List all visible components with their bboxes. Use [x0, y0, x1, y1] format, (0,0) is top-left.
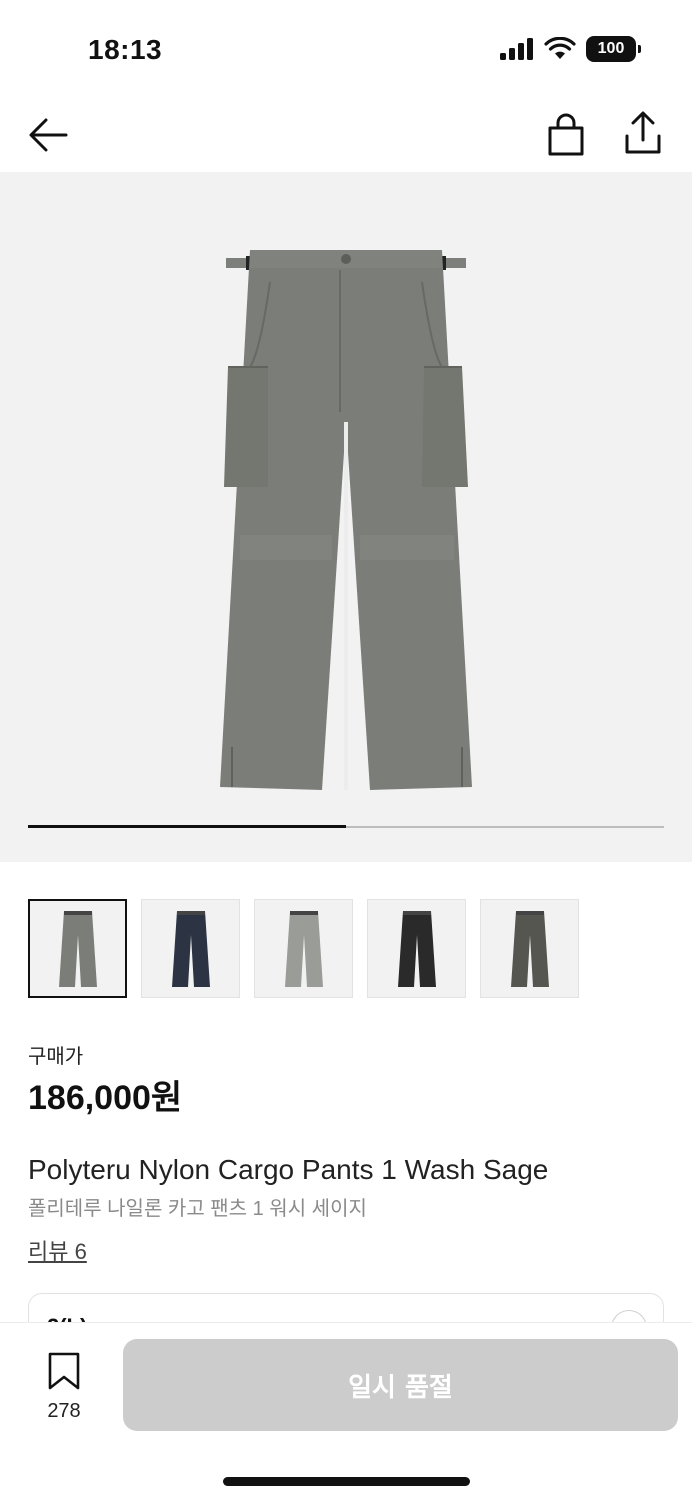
pants-thumbnail-image: [284, 910, 323, 987]
pants-thumbnail-image: [397, 910, 436, 987]
carousel-progress-track: [28, 825, 664, 828]
thumb-olive[interactable]: [480, 899, 579, 998]
battery-level: 100: [597, 40, 625, 57]
bookmark-count: 278: [47, 1400, 81, 1422]
product-image-carousel[interactable]: [0, 172, 692, 862]
pants-thumbnail-image: [58, 910, 97, 987]
cellular-signal-icon: [500, 38, 533, 60]
carousel-progress-fill: [28, 825, 346, 828]
status-bar: 18:13 100: [0, 0, 692, 100]
product-name-korean: 폴리테루 나일론 카고 팬츠 1 워시 세이지: [28, 1198, 367, 1220]
sold-out-button[interactable]: 일시 품절: [123, 1339, 678, 1431]
bottom-action-bar: 278 일시 품절: [0, 1322, 692, 1500]
share-icon[interactable]: [622, 110, 664, 158]
status-icons: 100: [500, 36, 641, 62]
bookmark-icon: [48, 1352, 80, 1390]
shopping-bag-icon[interactable]: [545, 112, 587, 158]
pants-thumbnail-image: [510, 910, 549, 987]
pants-thumbnail-image: [171, 910, 210, 987]
thumb-sage[interactable]: [28, 899, 127, 998]
thumb-grey[interactable]: [254, 899, 353, 998]
product-name: Polyteru Nylon Cargo Pants 1 Wash Sage: [28, 1154, 549, 1185]
home-indicator: [223, 1477, 470, 1486]
thumb-black[interactable]: [367, 899, 466, 998]
review-link[interactable]: 리뷰 6: [28, 1234, 87, 1266]
wifi-icon: [544, 37, 576, 59]
back-arrow-icon[interactable]: [26, 112, 72, 158]
status-time: 18:13: [88, 34, 163, 65]
thumb-navy[interactable]: [141, 899, 240, 998]
pants-product-image: [220, 250, 472, 790]
price: 186,000원: [28, 1079, 183, 1117]
battery-indicator: 100: [586, 36, 641, 62]
nav-bar: [0, 100, 692, 172]
color-thumbnails: [28, 899, 579, 998]
bookmark-button[interactable]: 278: [40, 1351, 88, 1423]
price-label: 구매가: [28, 1046, 84, 1068]
